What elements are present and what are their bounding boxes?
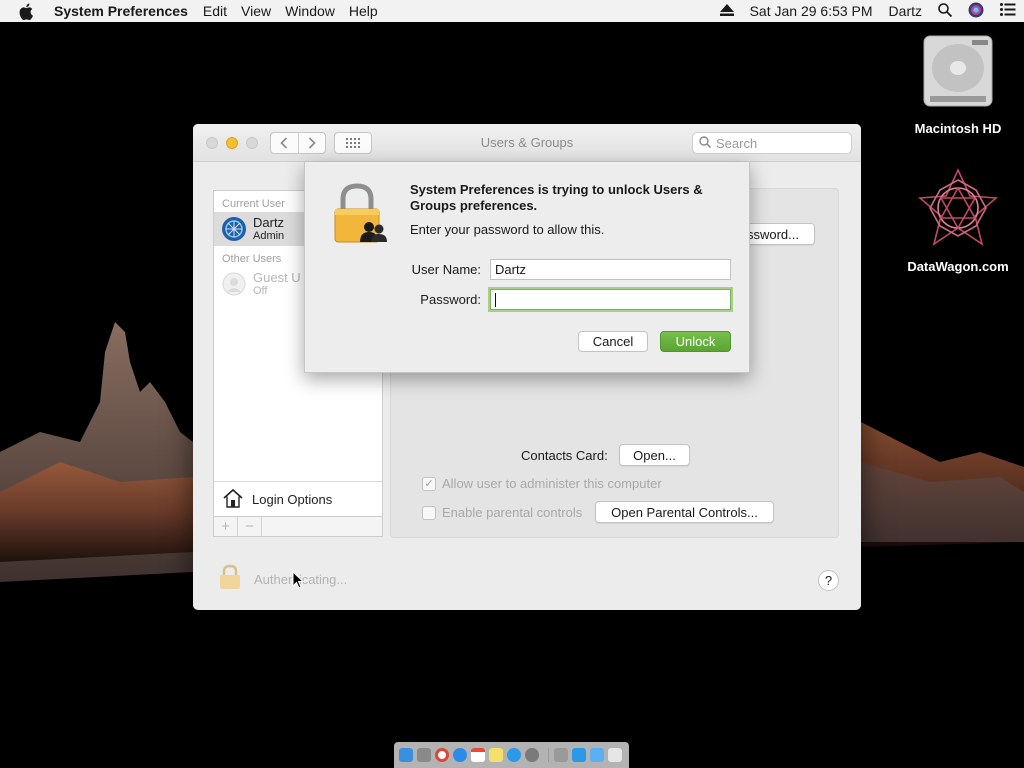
menu-bar: System Preferences Edit View Window Help… xyxy=(0,0,1024,22)
eject-icon[interactable] xyxy=(719,3,734,19)
unlock-button[interactable]: Unlock xyxy=(660,331,731,352)
cancel-button[interactable]: Cancel xyxy=(578,331,648,352)
menu-app-name[interactable]: System Preferences xyxy=(54,0,196,22)
desktop-icon-datawagon[interactable]: DataWagon.com xyxy=(898,168,1018,274)
open-parental-controls-button[interactable]: Open Parental Controls... xyxy=(595,501,774,523)
password-field[interactable] xyxy=(490,289,731,310)
siri-icon[interactable] xyxy=(968,2,984,21)
notes-icon[interactable] xyxy=(489,748,503,762)
text-caret xyxy=(495,292,496,307)
dock xyxy=(394,742,629,768)
username-value: Dartz xyxy=(495,262,527,277)
geometric-logo-icon xyxy=(918,168,998,252)
search-input[interactable]: Search xyxy=(692,132,852,154)
parental-controls-label: Enable parental controls xyxy=(442,505,583,520)
guest-avatar xyxy=(222,272,246,296)
avatar xyxy=(222,217,246,241)
house-icon xyxy=(222,488,244,511)
login-options-item[interactable]: Login Options xyxy=(214,481,382,516)
dialog-message: Enter your password to allow this. xyxy=(410,222,605,237)
login-options-label: Login Options xyxy=(252,491,333,507)
username-field[interactable]: Dartz xyxy=(490,259,731,280)
password-label: Password: xyxy=(420,292,481,307)
menu-help[interactable]: Help xyxy=(342,0,385,22)
window-titlebar: Users & Groups Search xyxy=(193,124,861,162)
username-label: User Name: xyxy=(411,262,481,277)
lock-icon[interactable] xyxy=(218,564,242,595)
folder-icon[interactable] xyxy=(590,748,604,762)
app-store-icon[interactable] xyxy=(572,748,586,762)
desktop-icon-label: Macintosh HD xyxy=(914,121,1002,136)
mouse-cursor-icon xyxy=(292,570,305,594)
menu-user[interactable]: Dartz xyxy=(889,3,922,19)
contacts-card-label: Contacts Card: xyxy=(521,448,608,463)
utility-icon[interactable] xyxy=(554,748,568,762)
user-role: Admin xyxy=(253,230,285,242)
trash-icon[interactable] xyxy=(608,748,622,762)
user-status: Off xyxy=(253,285,268,297)
menu-clock[interactable]: Sat Jan 29 6:53 PM xyxy=(750,3,873,19)
spotlight-search-icon[interactable] xyxy=(938,2,953,20)
finder-icon[interactable] xyxy=(399,748,413,762)
desktop-icon-label: DataWagon.com xyxy=(907,259,1009,274)
menu-window[interactable]: Window xyxy=(278,0,342,22)
launchpad-icon[interactable] xyxy=(417,748,431,762)
hard-drive-icon xyxy=(920,35,996,114)
calendar-icon[interactable] xyxy=(471,748,485,762)
menu-view[interactable]: View xyxy=(234,0,278,22)
lock-users-icon xyxy=(333,183,389,248)
empty-checkbox-icon xyxy=(422,505,436,520)
apple-menu-icon[interactable] xyxy=(19,2,37,20)
sidebar-controls: + − xyxy=(214,516,382,536)
add-user-button[interactable]: + xyxy=(214,517,238,536)
allow-admin-checkbox[interactable]: ✓ Allow user to administer this computer xyxy=(422,476,662,491)
search-icon xyxy=(699,135,712,151)
allow-admin-label: Allow user to administer this computer xyxy=(442,476,662,491)
open-contacts-card-button[interactable]: Open... xyxy=(619,444,690,466)
desktop-icon-macintosh-hd[interactable]: Macintosh HD xyxy=(898,32,1018,136)
authentication-dialog: System Preferences is trying to unlock U… xyxy=(304,162,750,373)
chrome-icon[interactable] xyxy=(435,748,449,762)
user-name: Guest U xyxy=(253,270,301,285)
parental-controls-checkbox[interactable]: Enable parental controls xyxy=(422,505,582,520)
dock-separator xyxy=(548,748,549,762)
user-name: Dartz xyxy=(253,215,285,230)
menu-edit[interactable]: Edit xyxy=(196,0,234,22)
dialog-title: System Preferences is trying to unlock U… xyxy=(410,182,703,213)
system-preferences-icon[interactable] xyxy=(525,748,539,762)
checkmark-icon: ✓ xyxy=(422,476,436,491)
search-placeholder: Search xyxy=(716,135,758,151)
remove-user-button[interactable]: − xyxy=(238,517,262,536)
safari-icon[interactable] xyxy=(453,748,467,762)
app-store-icon[interactable] xyxy=(507,748,521,762)
notification-center-icon[interactable] xyxy=(1000,3,1016,19)
help-button[interactable]: ? xyxy=(818,570,839,591)
